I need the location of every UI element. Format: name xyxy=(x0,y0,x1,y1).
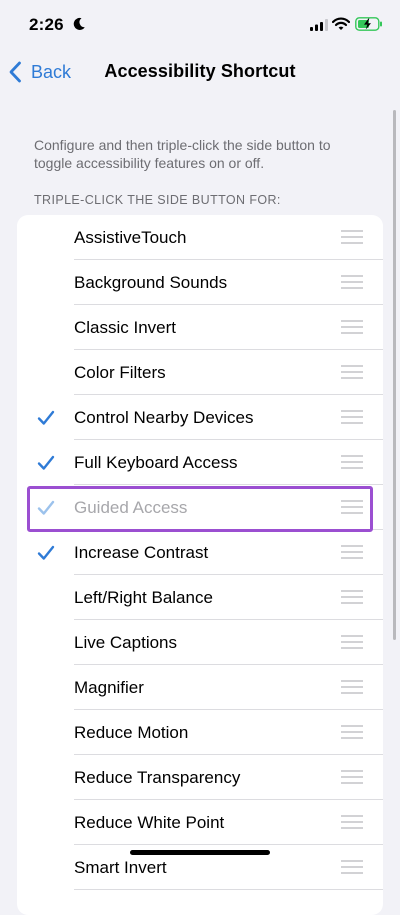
list-item[interactable]: AssistiveTouch xyxy=(17,215,383,260)
list-item-label: Guided Access xyxy=(74,498,188,517)
page-title: Accessibility Shortcut xyxy=(104,61,296,81)
list-item-label: Magnifier xyxy=(74,678,144,697)
row-divider xyxy=(74,889,383,890)
feature-list: AssistiveTouch Background Sounds Classic I… xyxy=(17,215,383,915)
section-header: TRIPLE-CLICK THE SIDE BUTTON FOR: xyxy=(34,193,281,207)
list-item[interactable]: Background Sounds xyxy=(17,260,383,305)
reorder-handle-icon[interactable] xyxy=(341,320,363,334)
list-item-label: Left/Right Balance xyxy=(74,588,213,607)
list-item-label: Reduce Transparency xyxy=(74,768,241,787)
list-item[interactable]: Reduce White Point xyxy=(17,800,383,845)
navigation-bar: Back Accessibility Shortcut xyxy=(0,50,400,94)
checkmark-icon xyxy=(37,410,55,425)
battery-charging-icon xyxy=(355,17,382,31)
status-bar: 2:26 xyxy=(0,0,400,50)
list-item[interactable]: Reduce Motion xyxy=(17,710,383,755)
list-item[interactable]: Left/Right Balance xyxy=(17,575,383,620)
reorder-handle-icon[interactable] xyxy=(341,590,363,604)
checkmark-icon xyxy=(37,545,55,560)
checkmark-icon xyxy=(37,500,55,515)
reorder-handle-icon[interactable] xyxy=(341,725,363,739)
reorder-handle-icon[interactable] xyxy=(341,860,363,874)
list-item-label: Control Nearby Devices xyxy=(74,408,254,427)
list-item-label: Reduce Motion xyxy=(74,723,189,742)
list-item[interactable]: Full Keyboard Access xyxy=(17,440,383,485)
moon-icon xyxy=(73,17,85,30)
reorder-handle-icon[interactable] xyxy=(341,680,363,694)
reorder-handle-icon[interactable] xyxy=(341,365,363,379)
list-item-label: Color Filters xyxy=(74,363,166,382)
reorder-handle-icon[interactable] xyxy=(341,770,363,784)
wifi-icon xyxy=(332,17,350,30)
checkmark-icon xyxy=(37,455,55,470)
list-item-label: AssistiveTouch xyxy=(74,228,187,247)
reorder-handle-icon[interactable] xyxy=(341,275,363,289)
list-item-label: Classic Invert xyxy=(74,318,177,337)
status-time: 2:26 xyxy=(29,15,64,34)
reorder-handle-icon[interactable] xyxy=(341,455,363,469)
reorder-handle-icon[interactable] xyxy=(341,815,363,829)
cellular-signal-icon xyxy=(310,19,328,31)
description-text: Configure and then triple-click the side… xyxy=(34,137,331,171)
list-item-label: Increase Contrast xyxy=(74,543,209,562)
scroll-indicator[interactable] xyxy=(393,110,396,640)
list-item[interactable]: Live Captions xyxy=(17,620,383,665)
reorder-handle-icon[interactable] xyxy=(341,500,363,514)
list-item-label: Background Sounds xyxy=(74,273,228,292)
list-item-label: Reduce White Point xyxy=(74,813,225,832)
reorder-handle-icon[interactable] xyxy=(341,635,363,649)
list-item-label: Full Keyboard Access xyxy=(74,453,238,472)
list-item-label: Live Captions xyxy=(74,633,178,652)
list-item-label: Smart Invert xyxy=(74,858,167,877)
list-item[interactable]: Reduce Transparency xyxy=(17,755,383,800)
reorder-handle-icon[interactable] xyxy=(341,230,363,244)
list-item[interactable]: Guided Access xyxy=(17,485,383,530)
reorder-handle-icon[interactable] xyxy=(341,410,363,424)
list-item[interactable]: Magnifier xyxy=(17,665,383,710)
list-item[interactable]: Color Filters xyxy=(17,350,383,395)
list-item[interactable]: Control Nearby Devices xyxy=(17,395,383,440)
reorder-handle-icon[interactable] xyxy=(341,545,363,559)
home-indicator[interactable] xyxy=(130,850,270,855)
list-item[interactable]: Increase Contrast xyxy=(17,530,383,575)
list-item[interactable]: Classic Invert xyxy=(17,305,383,350)
